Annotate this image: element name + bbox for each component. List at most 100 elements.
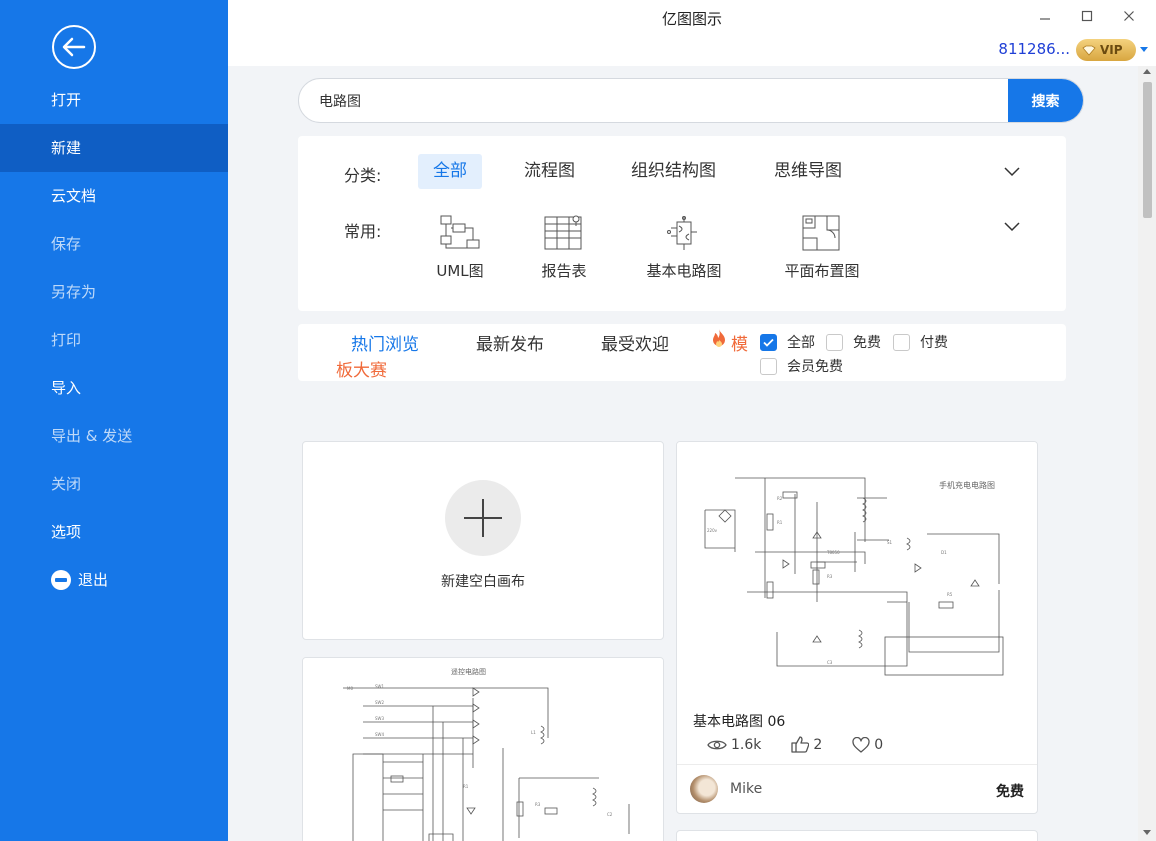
- views-stat: 1.6k: [707, 737, 761, 753]
- favorites-stat[interactable]: 0: [852, 736, 884, 753]
- search-input[interactable]: [319, 79, 999, 122]
- filter-all-checkbox[interactable]: 全部: [760, 332, 815, 352]
- svg-text:M0: M0: [347, 686, 353, 691]
- template-card[interactable]: [676, 830, 1038, 841]
- svg-text:R3: R3: [827, 574, 833, 579]
- heart-icon: [852, 736, 870, 753]
- template-contest-link-cont[interactable]: 板大赛: [336, 356, 387, 381]
- tab-popular[interactable]: 最受欢迎: [601, 330, 669, 355]
- template-floor-plan[interactable]: 平面布置图: [780, 214, 864, 281]
- svg-text:R1: R1: [463, 784, 469, 789]
- svg-text:R3: R3: [535, 802, 541, 807]
- svg-text:C2: C2: [607, 812, 613, 817]
- avatar[interactable]: [690, 775, 718, 803]
- thumbnail-title: 手机充电电路图: [939, 480, 995, 490]
- filter-member-free-checkbox[interactable]: 会员免费: [760, 356, 843, 376]
- maximize-button[interactable]: [1072, 4, 1102, 28]
- thumbs-up-icon: [791, 736, 810, 753]
- svg-text:C3: C3: [827, 660, 833, 665]
- flame-icon: [713, 329, 725, 347]
- chevron-down-icon[interactable]: [1004, 167, 1020, 177]
- checkbox-label: 会员免费: [787, 359, 843, 375]
- scroll-thumb[interactable]: [1143, 82, 1152, 218]
- svg-text:SW4: SW4: [375, 732, 384, 737]
- svg-text:R2: R2: [777, 496, 783, 501]
- sidebar-item-label: 打印: [51, 331, 82, 349]
- new-blank-label: 新建空白画布: [441, 574, 525, 590]
- account-id[interactable]: 811286...: [998, 40, 1070, 58]
- minimize-button[interactable]: [1030, 4, 1060, 28]
- template-label: 报告表: [541, 262, 587, 280]
- svg-text:220v: 220v: [707, 528, 718, 533]
- template-basic-circuit[interactable]: 基本电路图: [642, 214, 726, 281]
- sidebar-item-open[interactable]: 打开: [0, 76, 228, 124]
- chevron-down-icon[interactable]: [1140, 47, 1148, 52]
- sidebar-item-save[interactable]: 保存: [0, 220, 228, 268]
- plus-icon: [445, 480, 521, 556]
- tab-mind-map[interactable]: 思维导图: [759, 154, 857, 189]
- template-card[interactable]: 遥控电路图 M0 SW1 SW2 SW3 SW4 L1 R1 R3 C2: [302, 657, 664, 841]
- author-name[interactable]: Mike: [730, 781, 762, 797]
- tab-hot[interactable]: 热门浏览: [351, 330, 419, 355]
- report-icon: [544, 215, 582, 250]
- sidebar-item-print[interactable]: 打印: [0, 316, 228, 364]
- svg-text:T8050: T8050: [826, 550, 840, 555]
- chevron-down-icon[interactable]: [1004, 222, 1020, 232]
- divider: [677, 764, 1037, 765]
- likes-stat[interactable]: 2: [791, 736, 822, 753]
- search-bar: 搜索: [298, 78, 1084, 123]
- scrollbar[interactable]: [1138, 66, 1156, 841]
- category-panel: 分类: 全部 流程图 组织结构图 思维导图 常用: UML图 报告表 基本电路图…: [298, 136, 1066, 311]
- checkbox-checked-icon: [760, 333, 777, 351]
- exit-icon: [51, 570, 71, 590]
- template-uml[interactable]: UML图: [426, 214, 494, 281]
- tab-all[interactable]: 全部: [418, 154, 482, 189]
- scroll-up-arrow[interactable]: [1143, 69, 1151, 74]
- arrow-left-icon: [62, 37, 86, 57]
- template-label: UML图: [436, 262, 484, 280]
- sidebar-item-import[interactable]: 导入: [0, 364, 228, 412]
- filter-free-checkbox[interactable]: 免费: [826, 332, 881, 352]
- sidebar-nav: 打开 新建 云文档 保存 另存为 打印 导入 导出 & 发送 关闭 选项 退出: [0, 76, 228, 604]
- svg-text:L1: L1: [531, 730, 536, 735]
- tab-flowchart[interactable]: 流程图: [509, 154, 590, 189]
- title-bar: 亿图图示 811286... VIP: [228, 0, 1156, 66]
- common-label: 常用:: [344, 222, 382, 241]
- template-card[interactable]: 手机充电电路图 220v R1 R2 T8050 R3 S1 D1 R5 C3 基本电路图 …: [676, 441, 1038, 814]
- search-button[interactable]: 搜索: [1008, 79, 1083, 122]
- template-title: 基本电路图 06: [693, 714, 786, 730]
- sidebar-item-close[interactable]: 关闭: [0, 460, 228, 508]
- checkbox-label: 免费: [853, 335, 881, 351]
- sidebar-item-new[interactable]: 新建: [0, 124, 228, 172]
- sidebar: 打开 新建 云文档 保存 另存为 打印 导入 导出 & 发送 关闭 选项 退出: [0, 0, 228, 841]
- back-button[interactable]: [52, 25, 96, 69]
- close-button[interactable]: [1114, 4, 1144, 28]
- sidebar-item-cloud-docs[interactable]: 云文档: [0, 172, 228, 220]
- new-blank-canvas-card[interactable]: 新建空白画布: [302, 441, 664, 640]
- sidebar-item-label: 导入: [51, 379, 82, 397]
- sidebar-item-export-send[interactable]: 导出 & 发送: [0, 412, 228, 460]
- sidebar-item-save-as[interactable]: 另存为: [0, 268, 228, 316]
- template-label: 基本电路图: [646, 262, 722, 280]
- scroll-down-arrow[interactable]: [1143, 830, 1151, 835]
- favorites-count: 0: [874, 736, 884, 753]
- circuit-icon: [667, 216, 697, 250]
- sidebar-item-options[interactable]: 选项: [0, 508, 228, 556]
- sidebar-item-label: 保存: [51, 235, 82, 253]
- tab-org-chart[interactable]: 组织结构图: [616, 154, 731, 189]
- template-thumbnail: 手机充电电路图 220v R1 R2 T8050 R3 S1 D1 R5 C3: [677, 442, 1037, 700]
- vip-label: VIP: [1100, 43, 1123, 57]
- filter-paid-checkbox[interactable]: 付费: [893, 332, 948, 352]
- sidebar-item-exit[interactable]: 退出: [0, 556, 228, 604]
- views-count: 1.6k: [731, 736, 762, 753]
- uml-icon: [440, 215, 480, 249]
- svg-text:SW1: SW1: [375, 684, 384, 689]
- svg-text:D1: D1: [941, 550, 947, 555]
- tab-latest[interactable]: 最新发布: [476, 330, 544, 355]
- filter-bar: 热门浏览 最新发布 最受欢迎 模 板大赛 全部 免费 付费 会员免费: [298, 324, 1066, 381]
- vip-badge[interactable]: VIP: [1076, 39, 1136, 61]
- template-contest-link[interactable]: 模: [731, 330, 748, 355]
- checkbox-icon: [826, 333, 843, 351]
- template-report[interactable]: 报告表: [532, 214, 596, 281]
- sidebar-item-label: 新建: [51, 139, 82, 157]
